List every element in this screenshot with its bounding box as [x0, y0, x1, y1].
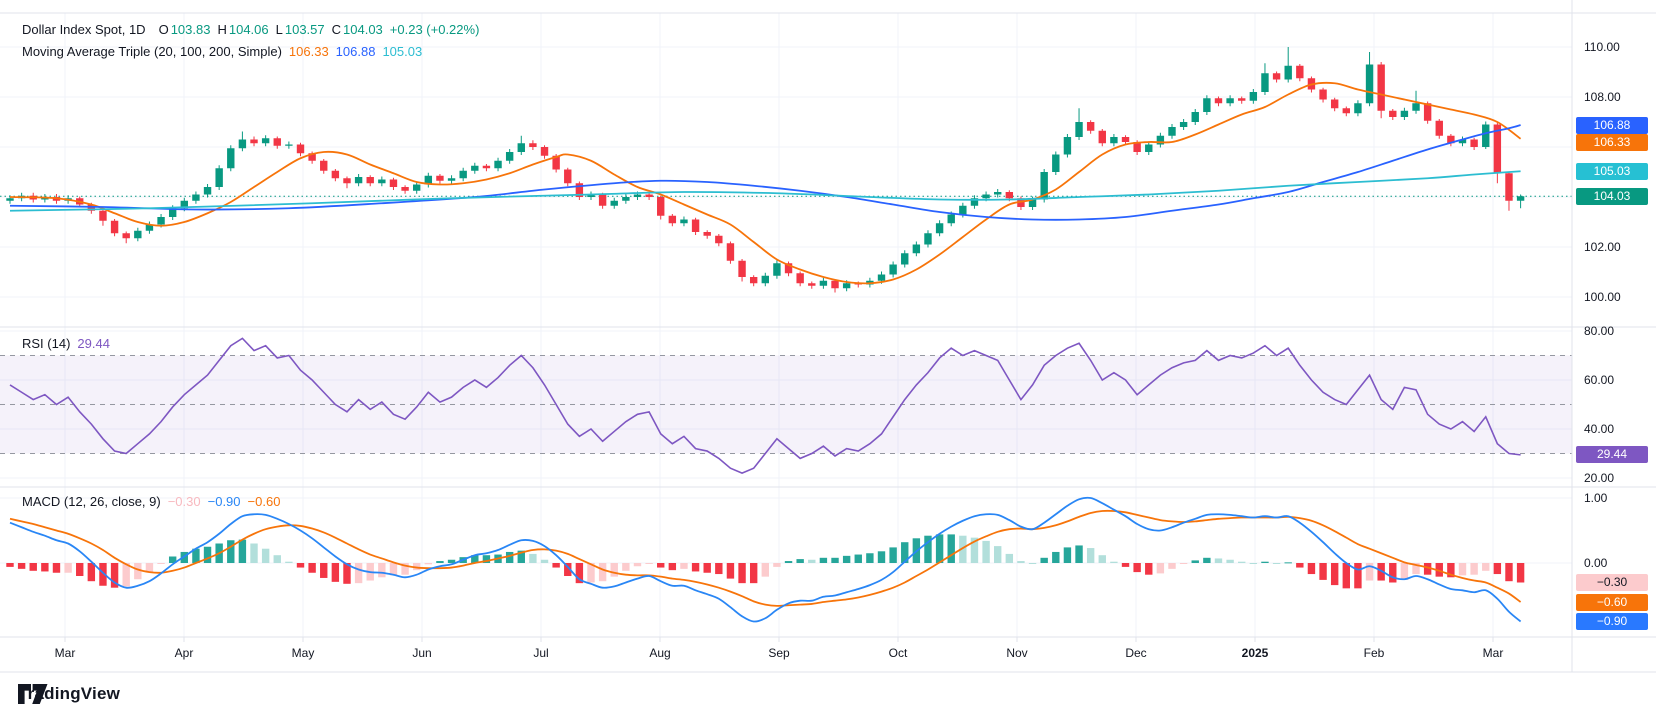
macd-tick-1.00: 1.00 [1584, 491, 1608, 505]
macd-title: MACD (12, 26, close, 9) [22, 494, 161, 509]
ma100-value: 106.88 [335, 44, 376, 59]
time-label-Mar-0: Mar [54, 646, 76, 660]
high-label: H [217, 22, 227, 37]
rsi-tick-80.00: 80.00 [1584, 324, 1615, 338]
macd-tick-0.00: 0.00 [1584, 556, 1608, 570]
price-tick-102.00: 102.00 [1584, 240, 1621, 254]
rsi-tick-20.00: 20.00 [1584, 471, 1615, 485]
change-value: +0.23 (+0.22%) [389, 22, 480, 37]
tradingview-chart: Dollar Index Spot, 1D O 103.83 H 104.06 L1… [0, 0, 1656, 718]
rsi-value: 29.44 [77, 336, 110, 351]
open-label: O [158, 22, 169, 37]
open-value: 103.83 [170, 22, 211, 37]
ma20-value: 106.33 [288, 44, 329, 59]
macd-badge-−0.90: −0.90 [1576, 613, 1648, 630]
time-label-Nov-8: Nov [1006, 646, 1028, 660]
macd-signal-value: −0.60 [247, 494, 281, 509]
rsi-tick-40.00: 40.00 [1584, 422, 1615, 436]
price-badge-105.03: 105.03 [1576, 162, 1648, 180]
price-tick-100.00: 100.00 [1584, 290, 1621, 304]
time-label-Apr-1: Apr [174, 646, 194, 660]
time-label-2025-10: 2025 [1241, 646, 1269, 660]
macd-hist-value: −0.30 [167, 494, 201, 509]
chart-canvas[interactable] [0, 0, 1656, 718]
time-label-Mar-12: Mar [1482, 646, 1504, 660]
time-label-Dec-9: Dec [1125, 646, 1147, 660]
ma200-value: 105.03 [382, 44, 423, 59]
macd-badge-−0.30: −0.30 [1576, 574, 1648, 591]
macd-legend[interactable]: MACD (12, 26, close, 9) −0.30 −0.90 −0.6… [22, 494, 280, 509]
ma-title: Moving Average Triple (20, 100, 200, Sim… [22, 44, 282, 59]
price-badge-106.33: 106.33 [1576, 134, 1648, 151]
footer-brand[interactable]: TradingView [18, 684, 120, 704]
time-label-Jul-4: Jul [533, 646, 549, 660]
tradingview-logo-icon [18, 684, 48, 704]
high-value: 104.06 [228, 22, 269, 37]
close-label: C [331, 22, 342, 37]
macd-line-value: −0.90 [207, 494, 241, 509]
price-tick-110.00: 110.00 [1584, 40, 1620, 54]
rsi-tick-60.00: 60.00 [1584, 373, 1615, 387]
time-label-Aug-5: Aug [649, 646, 671, 660]
time-label-Sep-6: Sep [768, 646, 790, 660]
time-label-Oct-7: Oct [888, 646, 908, 660]
symbol-legend[interactable]: Dollar Index Spot, 1D O 103.83 H 104.06 L1… [22, 22, 479, 37]
price-badge-106.88: 106.88 [1576, 116, 1648, 134]
price-badge-104.03: 104.03 [1576, 187, 1648, 205]
rsi-legend[interactable]: RSI (14) 29.44 [22, 336, 110, 351]
macd-badge-−0.60: −0.60 [1576, 593, 1648, 611]
time-label-May-2: May [291, 646, 315, 660]
time-label-Jun-3: Jun [412, 646, 432, 660]
ma-legend[interactable]: Moving Average Triple (20, 100, 200, Sim… [22, 44, 422, 59]
low-value: 103.57 [284, 22, 325, 37]
time-label-Feb-11: Feb [1363, 646, 1385, 660]
price-tick-108.00: 108.00 [1584, 90, 1621, 104]
low-label: L [275, 22, 283, 37]
symbol-title: Dollar Index Spot, 1D [22, 22, 146, 37]
close-value: 104.03 [343, 22, 383, 37]
rsi-badge: 29.44 [1576, 446, 1648, 464]
rsi-title: RSI (14) [22, 336, 71, 351]
